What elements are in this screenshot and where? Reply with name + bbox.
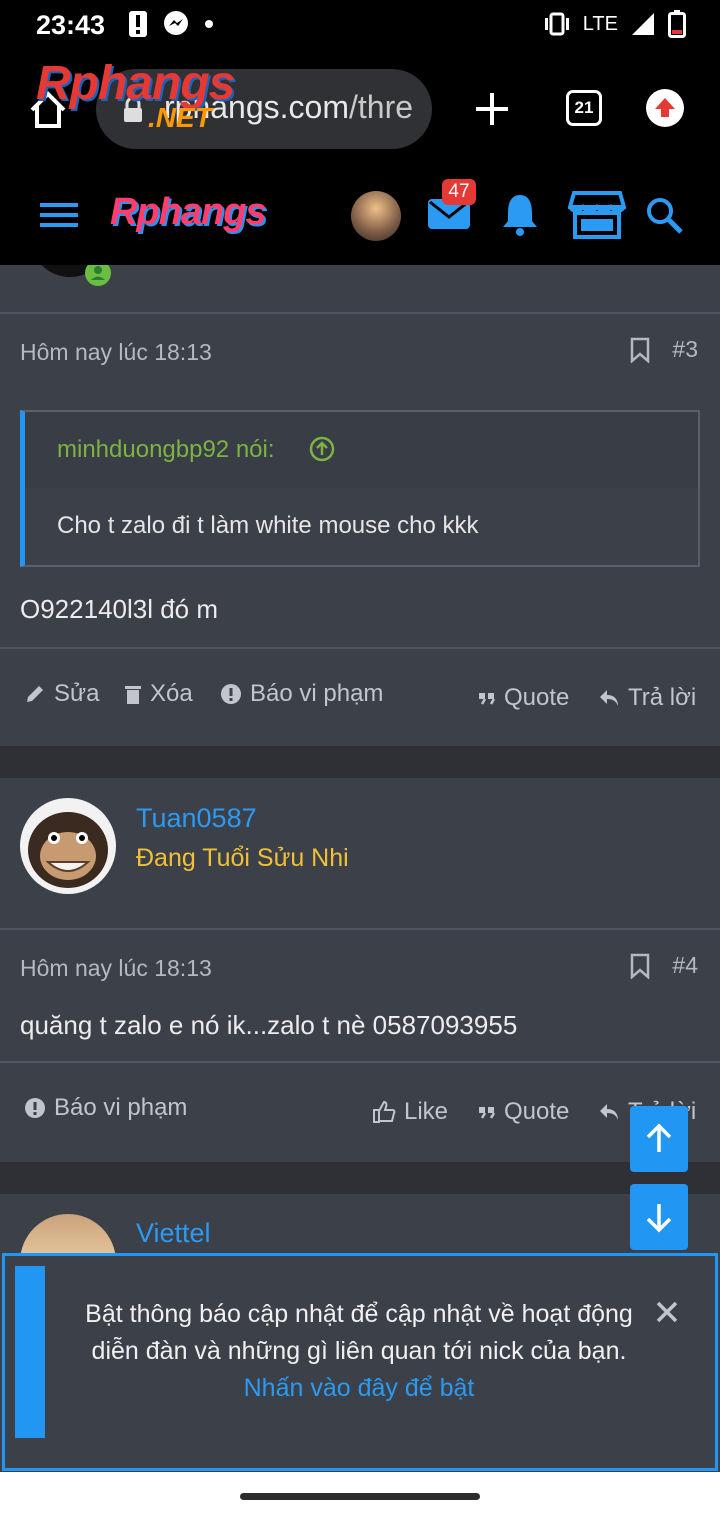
trash-icon bbox=[125, 686, 141, 704]
arrow-up-icon bbox=[646, 1123, 672, 1152]
post-4: Tuan0587 Đang Tuổi Sửu Nhi Hôm nay lúc 1… bbox=[0, 778, 720, 1162]
reply-icon bbox=[600, 1104, 618, 1120]
scroll-to-top-button[interactable] bbox=[630, 1106, 688, 1172]
post-actions: Sửa Xóa Báo vi phạm Quote Trả lời bbox=[0, 662, 720, 742]
report-button[interactable]: Báo vi phạm bbox=[24, 1094, 187, 1122]
system-nav-bar bbox=[0, 1472, 720, 1520]
bell-icon[interactable] bbox=[500, 191, 540, 237]
user-avatar[interactable] bbox=[20, 798, 116, 894]
arrow-down-icon bbox=[646, 1204, 672, 1233]
enable-notifications-link[interactable]: Nhấn vào đây để bật bbox=[244, 1374, 475, 1402]
reply-button[interactable]: Trả lời bbox=[598, 684, 696, 712]
signal-icon bbox=[632, 13, 654, 35]
mail-badge: 47 bbox=[442, 179, 476, 205]
online-status-icon bbox=[85, 265, 111, 286]
close-icon[interactable] bbox=[655, 1300, 679, 1324]
post-number[interactable]: #3 bbox=[672, 336, 698, 363]
go-to-quote-icon[interactable] bbox=[309, 436, 335, 462]
hamburger-menu-icon[interactable] bbox=[40, 201, 78, 229]
alert-circle-icon bbox=[221, 684, 241, 704]
pencil-icon bbox=[27, 686, 43, 702]
post-actions: Báo vi phạm Like Quote Trả lời bbox=[0, 1076, 720, 1156]
store-icon[interactable] bbox=[568, 189, 626, 239]
quote-text: Cho t zalo đi t làm white mouse cho kkk bbox=[57, 512, 479, 539]
edit-button[interactable]: Sửa bbox=[24, 680, 99, 708]
reply-icon bbox=[600, 690, 618, 706]
thumbs-up-icon bbox=[373, 1100, 396, 1123]
bookmark-icon[interactable] bbox=[630, 337, 650, 363]
quote-author[interactable]: minhduongbp92 nói: bbox=[57, 436, 275, 464]
post-date: Hôm nay lúc 18:13 bbox=[20, 339, 212, 365]
post-text: O922140l3l đó m bbox=[20, 594, 219, 624]
upgrade-icon[interactable] bbox=[646, 89, 684, 127]
search-icon[interactable] bbox=[644, 195, 684, 235]
push-notification-banner: Bật thông báo cập nhật để cập nhật về ho… bbox=[2, 1253, 718, 1471]
post-3-user-fragment bbox=[0, 265, 720, 313]
like-button[interactable]: Like bbox=[372, 1098, 448, 1126]
post-3: Hôm nay lúc 18:13 #3 minhduongbp92 nói: … bbox=[0, 314, 720, 746]
network-type: LTE bbox=[582, 12, 618, 35]
new-tab-icon[interactable] bbox=[472, 89, 512, 129]
post-date: Hôm nay lúc 18:13 bbox=[20, 955, 212, 981]
home-gesture-handle[interactable] bbox=[240, 1493, 480, 1500]
username[interactable]: Tuan0587 bbox=[136, 803, 257, 834]
report-button[interactable]: Báo vi phạm bbox=[220, 680, 383, 708]
delete-button[interactable]: Xóa bbox=[124, 680, 193, 708]
post-number[interactable]: #4 bbox=[672, 952, 698, 979]
quote-icon bbox=[479, 1107, 496, 1119]
tab-switcher-button[interactable]: 21 bbox=[566, 90, 602, 126]
user-avatar[interactable] bbox=[351, 191, 401, 241]
post-text: quăng t zalo e nó ik...zalo t nè 0587093… bbox=[20, 1010, 518, 1040]
battery-icon bbox=[668, 10, 686, 38]
alert-circle-icon bbox=[25, 1098, 45, 1118]
site-logo[interactable]: Rphangs bbox=[110, 191, 267, 234]
bookmark-icon[interactable] bbox=[630, 953, 650, 979]
dot-icon bbox=[205, 20, 213, 28]
quote-button[interactable]: Quote bbox=[478, 684, 569, 712]
user-title: Đang Tuổi Sửu Nhi bbox=[136, 844, 349, 872]
watermark-suffix: .NET bbox=[148, 102, 212, 133]
username[interactable]: Viettel bbox=[136, 1218, 211, 1249]
alert-notification-icon bbox=[129, 11, 147, 37]
scroll-to-bottom-button[interactable] bbox=[630, 1184, 688, 1250]
monkey-avatar-icon bbox=[20, 798, 116, 894]
site-header: Rphangs 47 bbox=[0, 167, 720, 265]
status-bar: 23:43 LTE bbox=[0, 0, 720, 52]
status-time: 23:43 bbox=[36, 10, 106, 40]
vibrate-icon bbox=[544, 12, 569, 36]
notification-message: Bật thông báo cập nhật để cập nhật về ho… bbox=[85, 1300, 633, 1365]
quote-button[interactable]: Quote bbox=[478, 1098, 569, 1126]
quote-block: minhduongbp92 nói: Cho t zalo đi t làm w… bbox=[20, 410, 700, 567]
browser-toolbar: rphangs.com/thre Rphangs .NET 21 bbox=[0, 52, 720, 167]
messenger-icon bbox=[164, 11, 188, 35]
quote-icon bbox=[479, 693, 496, 705]
